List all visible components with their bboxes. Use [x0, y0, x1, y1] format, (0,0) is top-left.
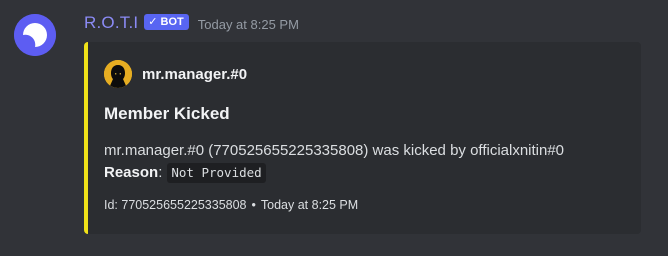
message-timestamp[interactable]: Today at 8:25 PM — [198, 17, 299, 32]
embed-author-name[interactable]: mr.manager.#0 — [142, 66, 247, 83]
reason-line: Reason : Not Provided — [104, 162, 564, 184]
username[interactable]: R.O.T.I — [84, 13, 138, 33]
embed-footer: Id: 770525655225335808 • Today at 8:25 PM — [104, 198, 358, 212]
embed-card: mr.manager.#0 Member Kicked mr.manager.#… — [84, 42, 641, 234]
embed-description: mr.manager.#0 (770525655225335808) was k… — [104, 140, 564, 184]
bot-badge: ✓ BOT — [144, 14, 189, 30]
bot-avatar[interactable] — [14, 14, 56, 56]
embed-author: mr.manager.#0 — [104, 60, 247, 88]
footer-separator: • — [251, 198, 256, 212]
description-text: mr.manager.#0 (770525655225335808) was k… — [104, 142, 565, 159]
hooded-figure-icon — [104, 60, 132, 88]
chat-message: R.O.T.I ✓ BOT Today at 8:25 PM mr.manage… — [0, 0, 668, 256]
verified-check-icon: ✓ — [148, 16, 158, 28]
reason-colon: : — [158, 164, 163, 181]
message-header: R.O.T.I ✓ BOT Today at 8:25 PM — [84, 12, 299, 34]
reason-label: Reason — [104, 164, 159, 181]
author-avatar-icon — [104, 60, 132, 88]
crescent-moon-icon — [14, 14, 56, 56]
footer-id: Id: 770525655225335808 — [104, 198, 247, 212]
reason-value: Not Provided — [167, 163, 266, 183]
footer-timestamp: Today at 8:25 PM — [260, 198, 359, 212]
embed-title: Member Kicked — [104, 104, 230, 123]
bot-badge-label: BOT — [160, 16, 184, 28]
